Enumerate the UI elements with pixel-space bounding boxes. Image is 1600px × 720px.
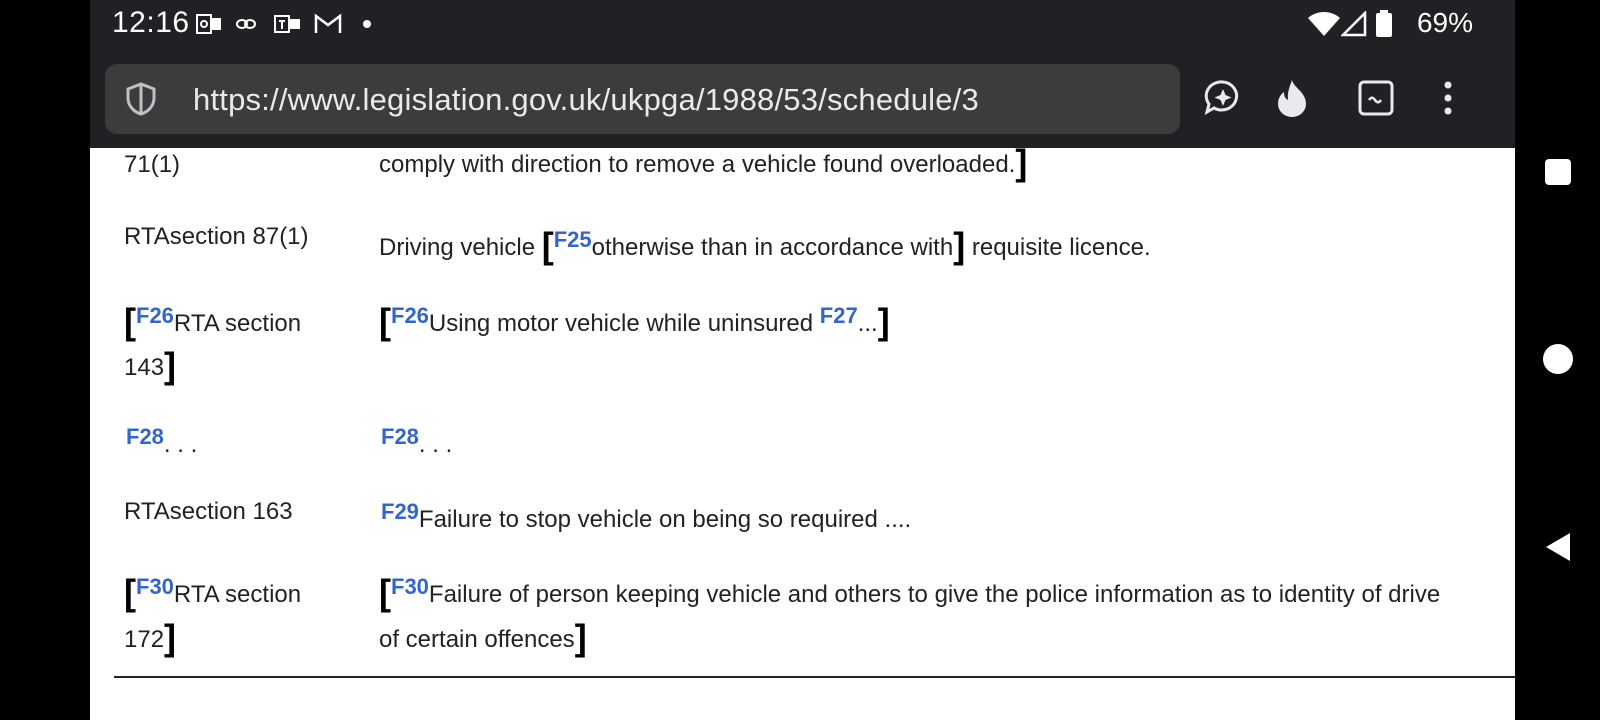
- address-bar[interactable]: https://www.legislation.gov.uk/ukpga/198…: [105, 64, 1180, 134]
- description-text: Failure to stop vehicle on being so requ…: [418, 506, 912, 533]
- omission-dots: ...: [857, 310, 878, 337]
- amendment-close-bracket: ]: [164, 617, 177, 658]
- offence-description-cell: [F26Using motor vehicle while uninsured …: [379, 290, 890, 350]
- provision-text: 143: [124, 354, 165, 381]
- offence-description-cell: Driving vehicle [F25otherwise than in ac…: [379, 214, 1151, 274]
- amendment-close-bracket: ]: [877, 301, 890, 342]
- footnote-link-f29[interactable]: F29: [381, 499, 419, 524]
- back-button[interactable]: [1537, 526, 1579, 568]
- tab-switcher-icon[interactable]: [1352, 74, 1400, 122]
- footnote-link-f28[interactable]: F28: [126, 424, 164, 449]
- omission-dots: . . .: [163, 431, 198, 458]
- footnote-link-f26[interactable]: F26: [136, 303, 174, 328]
- signal-icon: [1341, 10, 1367, 38]
- wifi-icon: [1307, 10, 1341, 38]
- browser-toolbar: https://www.legislation.gov.uk/ukpga/198…: [90, 50, 1515, 148]
- offence-description-cell: F28. . .: [381, 411, 452, 471]
- amendment-open-bracket: [: [541, 225, 554, 266]
- amendment-close-bracket: ]: [953, 225, 966, 266]
- footnote-link-f27[interactable]: F27: [820, 303, 858, 328]
- status-bar: 12:16 69%: [90, 0, 1515, 50]
- more-menu-icon[interactable]: [1424, 74, 1472, 122]
- amendment-close-bracket: ]: [574, 617, 587, 658]
- url-text[interactable]: https://www.legislation.gov.uk/ukpga/198…: [193, 82, 979, 118]
- provision-text: RTA section: [173, 310, 302, 337]
- provision-text: 172: [124, 626, 165, 653]
- outlook-icon: [196, 10, 222, 38]
- footnote-link-f26[interactable]: F26: [391, 303, 429, 328]
- footnote-link-f25[interactable]: F25: [554, 227, 592, 252]
- amendment-open-bracket: [: [379, 572, 391, 613]
- offence-description-cell: comply with direction to remove a vehicl…: [379, 148, 1027, 191]
- offence-description-cell: F29Failure to stop vehicle on being so r…: [381, 486, 911, 546]
- table-divider: [114, 676, 1515, 678]
- battery-icon: [1375, 10, 1393, 38]
- omission-dots: . . .: [418, 431, 453, 458]
- footnote-link-f30[interactable]: F30: [391, 574, 429, 599]
- teams-icon: [274, 10, 302, 38]
- home-button[interactable]: [1537, 338, 1579, 380]
- offence-provision-cell: [F30RTA section: [124, 561, 301, 621]
- provision-text: RTA section: [173, 581, 302, 608]
- offence-description-cell: [F30Failure of person keeping vehicle an…: [379, 561, 1440, 621]
- description-text: otherwise than in accordance with: [591, 234, 954, 261]
- offence-provision-cell: [F26RTA section: [124, 290, 301, 350]
- link-icon: [236, 10, 256, 38]
- description-text: requisite licence.: [965, 234, 1151, 261]
- navigation-bar: [1515, 0, 1600, 720]
- left-bezel: [0, 0, 90, 720]
- flame-icon[interactable]: [1268, 74, 1316, 122]
- provision-text: RTAsection 163: [124, 498, 293, 525]
- amendment-open-bracket: [: [124, 301, 136, 342]
- amendment-close-bracket: ]: [1015, 148, 1028, 183]
- offence-provision-cell: RTAsection 87(1): [124, 211, 309, 263]
- battery-percent: 69%: [1416, 7, 1473, 38]
- description-text: Using motor vehicle while uninsured: [428, 310, 820, 337]
- dot-icon: [362, 10, 372, 38]
- offence-description-cell-cont: of certain offences]: [379, 614, 587, 666]
- offence-provision-cell: F28. . .: [126, 411, 197, 471]
- offence-provision-cell: 71(1): [124, 148, 180, 191]
- shield-icon[interactable]: [123, 81, 159, 117]
- provision-text: 71(1): [124, 151, 181, 178]
- amendment-open-bracket: [: [379, 301, 391, 342]
- offence-provision-cell: RTAsection 163: [124, 486, 293, 538]
- amendment-close-bracket: ]: [164, 345, 177, 386]
- description-text: of certain offences: [379, 626, 575, 653]
- page-content: 71(1) comply with direction to remove a …: [90, 148, 1515, 720]
- description-text: Driving vehicle: [379, 234, 542, 261]
- gmail-icon: [314, 10, 342, 38]
- description-text: Failure of person keeping vehicle and ot…: [428, 581, 1441, 608]
- footnote-link-f28[interactable]: F28: [381, 424, 419, 449]
- assistant-icon[interactable]: [1199, 74, 1247, 122]
- status-time: 12:16: [112, 6, 190, 39]
- provision-text: RTAsection 87(1): [124, 223, 309, 250]
- footnote-link-f30[interactable]: F30: [136, 574, 174, 599]
- amendment-open-bracket: [: [124, 572, 136, 613]
- offence-provision-cell-cont: 172]: [124, 614, 176, 666]
- description-text: comply with direction to remove a vehicl…: [379, 151, 1016, 178]
- recents-button[interactable]: [1537, 151, 1579, 193]
- offence-provision-cell-cont: 143]: [124, 342, 176, 394]
